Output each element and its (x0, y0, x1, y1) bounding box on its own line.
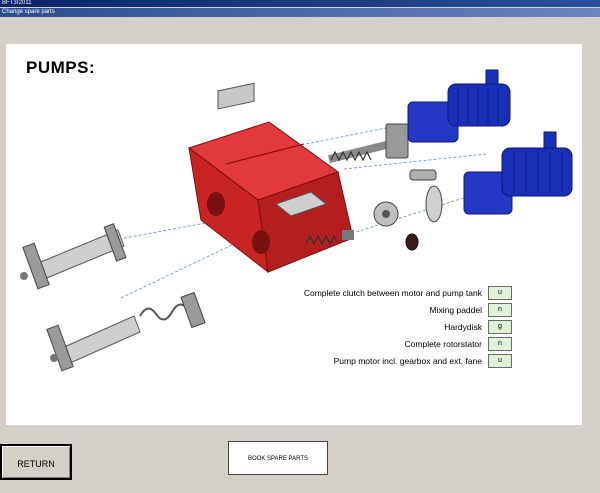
part-label-clutch: Complete clutch between motor and pump t… (303, 287, 482, 298)
spare-parts-list: Complete clutch between motor and pump t… (236, 284, 546, 369)
pumps-panel: PUMPS: Complete clutch between motor and… (6, 44, 582, 425)
lower-stator-tube-image (46, 291, 206, 372)
part-select-button-mixing-paddel[interactable]: n (488, 302, 512, 317)
window-title-bar: BFT3r2011 (0, 0, 600, 7)
upper-pump-motor-image (407, 69, 511, 143)
part-row-pump-motor: Pump motor incl. gearbox and ext. fane u (236, 352, 546, 369)
part-row-clutch: Complete clutch between motor and pump t… (236, 284, 546, 301)
part-row-hardydisk: Hardydisk g (236, 318, 546, 335)
window-subtitle-bar: Change spare parts (0, 8, 600, 17)
part-select-button-rotorstator[interactable]: n (488, 336, 512, 351)
lower-pump-motor-image (463, 131, 573, 215)
upper-stator-tube-image (20, 223, 127, 290)
part-select-button-hardydisk[interactable]: g (488, 319, 512, 334)
part-row-rotorstator: Complete rotorstator n (236, 335, 546, 352)
book-spare-parts-button[interactable]: BOOK SPARE PARTS (228, 441, 328, 475)
part-select-button-clutch[interactable]: u (488, 285, 512, 300)
hardydisk-image (373, 169, 443, 251)
part-select-button-pump-motor[interactable]: u (488, 353, 512, 368)
upper-rotor-screw-image (327, 123, 409, 164)
part-row-mixing-paddel: Mixing paddel n (236, 301, 546, 318)
pump-tank-image (187, 82, 354, 274)
part-label-pump-motor: Pump motor incl. gearbox and ext. fane (333, 355, 482, 366)
part-label-hardydisk: Hardydisk (444, 321, 482, 332)
return-button[interactable]: RETURN (0, 444, 72, 480)
window-title: BFT3r2011 (2, 0, 32, 6)
window-subtitle: Change spare parts (2, 9, 55, 15)
part-label-mixing-paddel: Mixing paddel (429, 304, 482, 315)
part-label-rotorstator: Complete rotorstator (404, 338, 482, 349)
